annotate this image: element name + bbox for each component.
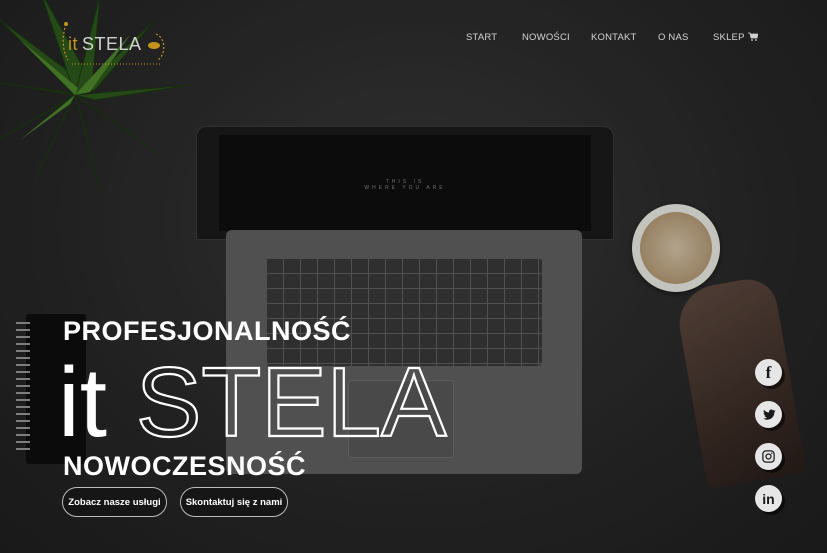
linkedin-icon[interactable]: in	[755, 485, 782, 512]
logo-it: it	[68, 34, 78, 54]
facebook-icon[interactable]: f	[755, 359, 782, 386]
nav-start[interactable]: START	[466, 32, 497, 43]
nav-nowosci[interactable]: NOWOŚCI	[522, 32, 570, 43]
twitter-icon[interactable]	[755, 401, 782, 428]
logo-mouse-icon	[148, 42, 160, 49]
instagram-icon[interactable]	[755, 443, 782, 470]
coffee-cup-image	[632, 204, 720, 292]
logo-text: it STELA	[68, 34, 142, 55]
twitter-glyph	[763, 409, 776, 420]
hero-title-name: STELA	[136, 350, 447, 450]
nav-sklep[interactable]: SKLEP	[713, 32, 758, 43]
contact-button[interactable]: Skontaktuj się z nami	[180, 487, 288, 517]
nav-sklep-label: SKLEP	[713, 32, 745, 43]
linkedin-glyph: in	[762, 490, 775, 507]
facebook-glyph: f	[765, 362, 772, 382]
notebook-spiral	[16, 322, 30, 454]
nav-o-nas[interactable]: O NAS	[658, 32, 689, 43]
screen-line-2: WHERE YOU ARE	[364, 185, 446, 191]
hero-title-it: it	[58, 350, 107, 450]
laptop-screen-text: THIS IS WHERE YOU ARE	[219, 179, 591, 191]
hero-line-3: NOWOCZESNOŚĆ	[63, 451, 307, 481]
hero-line-1: PROFESJONALNOŚĆ	[63, 316, 352, 346]
logo-name: STELA	[82, 34, 142, 54]
instagram-glyph	[762, 450, 775, 463]
logo[interactable]: it STELA	[60, 16, 170, 66]
nav-kontakt[interactable]: KONTAKT	[591, 32, 637, 43]
hero-title: it STELA	[58, 350, 448, 450]
laptop-screen: THIS IS WHERE YOU ARE	[196, 126, 614, 240]
cart-icon	[747, 32, 758, 41]
services-button[interactable]: Zobacz nasze usługi	[62, 487, 167, 517]
